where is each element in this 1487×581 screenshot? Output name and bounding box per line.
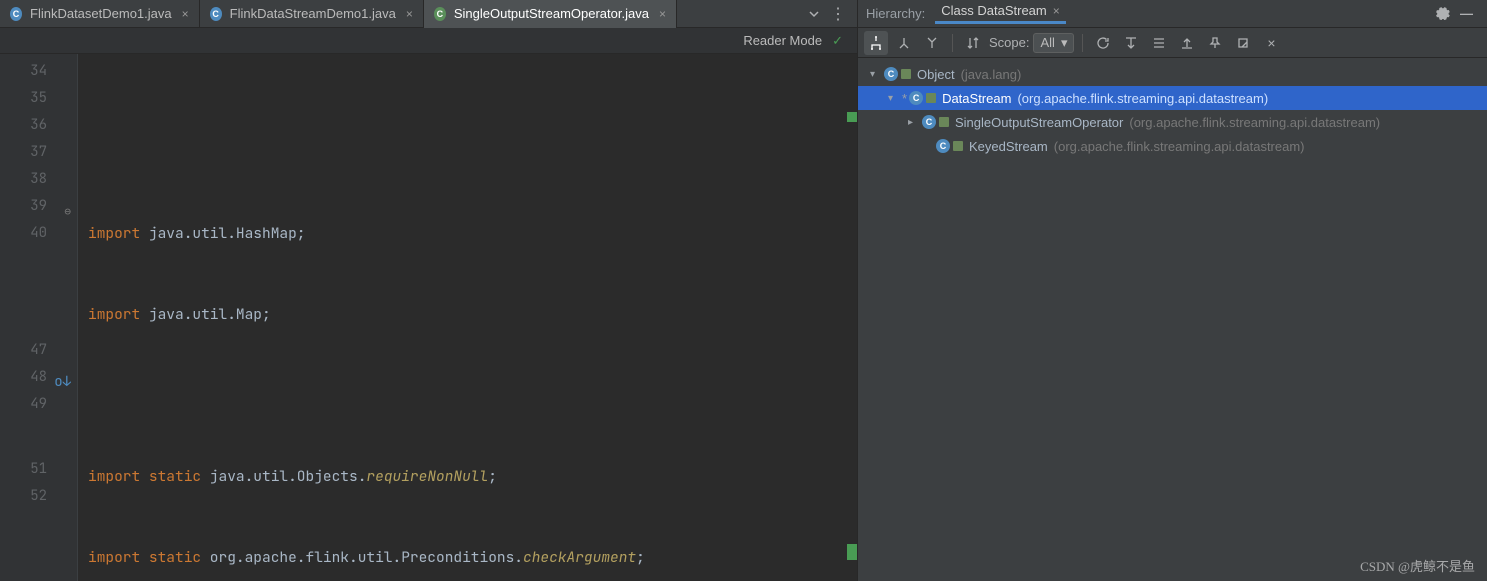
line-number: 40 bbox=[30, 224, 47, 242]
close-icon[interactable]: × bbox=[406, 7, 413, 21]
gear-icon[interactable] bbox=[1436, 6, 1450, 21]
supertypes-icon[interactable] bbox=[892, 31, 916, 55]
class-icon: C bbox=[10, 7, 24, 21]
close-icon[interactable]: × bbox=[1053, 4, 1060, 18]
tree-node-label: SingleOutputStreamOperator bbox=[955, 115, 1123, 130]
chevron-down-icon[interactable] bbox=[808, 8, 820, 20]
tree-node-label: Object bbox=[917, 67, 955, 82]
tree-node-package: (org.apache.flink.streaming.api.datastre… bbox=[1129, 115, 1380, 130]
class-icon: C bbox=[210, 7, 224, 21]
check-icon[interactable]: ✓ bbox=[832, 33, 843, 49]
reader-mode-bar: Reader Mode ✓ bbox=[0, 28, 857, 54]
scope-label: Scope: bbox=[989, 35, 1029, 50]
chevron-down-icon[interactable]: ▾ bbox=[888, 93, 902, 104]
line-number: 47 bbox=[30, 341, 47, 359]
hierarchy-label: Hierarchy: bbox=[866, 6, 925, 21]
scope-value: All bbox=[1040, 35, 1054, 50]
subtypes-icon[interactable] bbox=[920, 31, 944, 55]
hierarchy-tree: ▾ C Object (java.lang) ▾ * C DataStream … bbox=[858, 58, 1487, 581]
export-icon[interactable] bbox=[1175, 31, 1199, 55]
tree-node-label: DataStream bbox=[942, 91, 1011, 106]
sort-icon[interactable] bbox=[961, 31, 985, 55]
close-icon[interactable]: × bbox=[1259, 31, 1283, 55]
tree-node-package: (org.apache.flink.streaming.api.datastre… bbox=[1017, 91, 1268, 106]
tab-label: FlinkDataStreamDemo1.java bbox=[230, 6, 396, 21]
more-icon[interactable]: ⋮ bbox=[830, 4, 847, 24]
line-number: 39 bbox=[30, 197, 47, 215]
tab-label: FlinkDatasetDemo1.java bbox=[30, 6, 172, 21]
scope-dropdown[interactable]: All ▾ bbox=[1033, 33, 1074, 53]
line-number: 38 bbox=[30, 170, 47, 188]
hierarchy-panel: Hierarchy: Class DataStream × — Scope: A… bbox=[857, 0, 1487, 581]
line-number: 48 bbox=[30, 368, 47, 386]
tab-singleoutputstreamoperator[interactable]: C SingleOutputStreamOperator.java × bbox=[424, 0, 677, 28]
close-icon[interactable]: × bbox=[659, 7, 666, 21]
tab-flinkdatastreamdemo[interactable]: C FlinkDataStreamDemo1.java × bbox=[200, 0, 424, 28]
editor-body: 34 35 36 37 38 39⊖ 40 47 48o↓ 49 51 52 i… bbox=[0, 54, 857, 581]
line-number: 35 bbox=[30, 89, 47, 107]
line-number: 37 bbox=[30, 143, 47, 161]
line-number: 51 bbox=[30, 460, 47, 478]
change-marker bbox=[847, 544, 857, 560]
tree-node-datastream[interactable]: ▾ * C DataStream (org.apache.flink.strea… bbox=[858, 86, 1487, 110]
watermark: CSDN @虎鲸不是鱼 bbox=[1360, 556, 1475, 575]
tab-label: SingleOutputStreamOperator.java bbox=[454, 6, 649, 21]
change-marker bbox=[847, 112, 857, 122]
tree-node-label: KeyedStream bbox=[969, 139, 1048, 154]
chevron-down-icon[interactable]: ▾ bbox=[870, 69, 884, 80]
chevron-right-icon[interactable]: ▸ bbox=[908, 117, 922, 128]
hierarchy-toolbar: Scope: All ▾ × bbox=[858, 28, 1487, 58]
hierarchy-tab[interactable]: Class DataStream × bbox=[935, 3, 1066, 24]
tree-node-object[interactable]: ▾ C Object (java.lang) bbox=[858, 62, 1487, 86]
star-icon: * bbox=[902, 91, 907, 106]
line-number: 52 bbox=[30, 487, 47, 505]
chevron-down-icon: ▾ bbox=[1061, 35, 1068, 51]
code-area[interactable]: import java.util.HashMap; import java.ut… bbox=[78, 54, 857, 581]
line-number: 49 bbox=[30, 395, 47, 413]
reader-mode-label[interactable]: Reader Mode bbox=[743, 33, 822, 48]
tree-node-singleoutput[interactable]: ▸ C SingleOutputStreamOperator (org.apac… bbox=[858, 110, 1487, 134]
editor-panel: C FlinkDatasetDemo1.java × C FlinkDataSt… bbox=[0, 0, 857, 581]
hierarchy-title-bar: Hierarchy: Class DataStream × — bbox=[858, 0, 1487, 28]
hierarchy-tab-label: Class DataStream bbox=[941, 3, 1046, 18]
class-icon: C bbox=[434, 7, 448, 21]
close-icon[interactable]: × bbox=[182, 7, 189, 21]
line-gutter: 34 35 36 37 38 39⊖ 40 47 48o↓ 49 51 52 bbox=[0, 54, 78, 581]
class-hierarchy-icon[interactable] bbox=[864, 31, 888, 55]
minimize-icon[interactable]: — bbox=[1460, 6, 1473, 21]
expand-all-icon[interactable] bbox=[1147, 31, 1171, 55]
refresh-icon[interactable] bbox=[1091, 31, 1115, 55]
pin-icon[interactable] bbox=[1203, 31, 1227, 55]
tree-node-keyedstream[interactable]: C KeyedStream (org.apache.flink.streamin… bbox=[858, 134, 1487, 158]
line-number: 34 bbox=[30, 62, 47, 80]
tree-node-package: (org.apache.flink.streaming.api.datastre… bbox=[1054, 139, 1305, 154]
editor-tabs-bar: C FlinkDatasetDemo1.java × C FlinkDataSt… bbox=[0, 0, 857, 28]
open-new-icon[interactable] bbox=[1231, 31, 1255, 55]
tree-node-package: (java.lang) bbox=[961, 67, 1022, 82]
autoscroll-icon[interactable] bbox=[1119, 31, 1143, 55]
tab-flinkdatasetdemo[interactable]: C FlinkDatasetDemo1.java × bbox=[0, 0, 200, 28]
line-number: 36 bbox=[30, 116, 47, 134]
